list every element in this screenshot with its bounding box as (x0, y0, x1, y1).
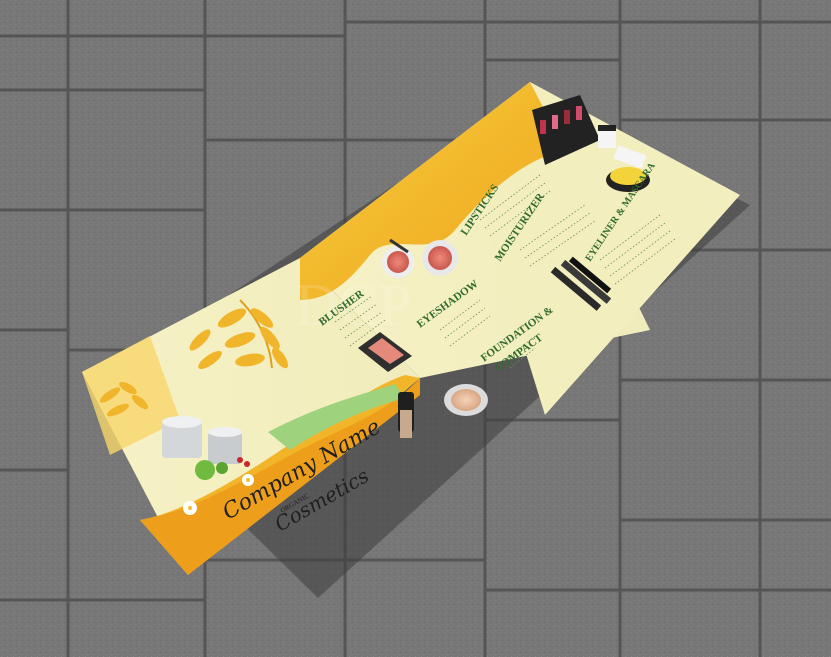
photo-scene: DCP BLUSHER LIPSTICKS EYESHADOW MOISTURI… (0, 0, 831, 657)
photo-svg: DCP BLUSHER LIPSTICKS EYESHADOW MOISTURI… (0, 0, 831, 657)
